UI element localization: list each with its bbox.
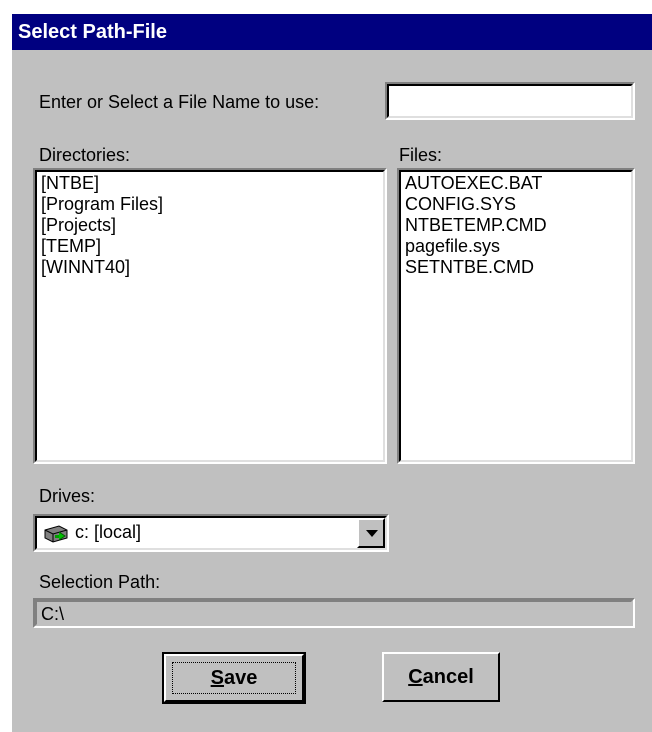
focus-rectangle <box>172 662 296 694</box>
filename-input[interactable] <box>385 82 635 120</box>
cancel-label: Cancel <box>408 665 474 688</box>
drives-combobox[interactable]: c: [local] <box>33 514 389 552</box>
save-button[interactable]: Save <box>162 652 306 704</box>
file-item[interactable]: CONFIG.SYS <box>401 194 631 215</box>
drives-dropdown-button[interactable] <box>357 518 385 548</box>
directory-item[interactable]: [WINNT40] <box>37 257 383 278</box>
filename-text[interactable] <box>391 88 631 116</box>
directory-item[interactable]: [Program Files] <box>37 194 383 215</box>
directory-item[interactable]: [NTBE] <box>37 173 383 194</box>
selection-path-value: C:\ <box>41 604 65 624</box>
directories-list: [NTBE] [Program Files] [Projects] [TEMP] [WI… <box>37 173 383 278</box>
dialog-title: Select Path-File <box>12 14 652 50</box>
file-item[interactable]: pagefile.sys <box>401 236 631 257</box>
selection-path-field: C:\ <box>33 598 635 628</box>
drives-selected: c: [local] <box>75 522 142 542</box>
cancel-button[interactable]: Cancel <box>382 652 500 702</box>
select-path-file-dialog: Select Path-File Enter or Select a File … <box>12 14 652 732</box>
directory-item[interactable]: [Projects] <box>37 215 383 236</box>
filename-label: Enter or Select a File Name to use: <box>39 92 320 112</box>
drives-label: Drives: <box>39 486 96 506</box>
files-label: Files: <box>399 145 443 165</box>
drive-icon <box>44 525 68 543</box>
files-list: AUTOEXEC.BAT CONFIG.SYS NTBETEMP.CMD pagefi… <box>401 173 631 278</box>
directories-listbox[interactable]: [NTBE] [Program Files] [Projects] [TEMP] [WI… <box>33 168 387 464</box>
file-item[interactable]: SETNTBE.CMD <box>401 257 631 278</box>
directory-item[interactable]: [TEMP] <box>37 236 383 257</box>
directories-label: Directories: <box>39 145 131 165</box>
selection-path-label: Selection Path: <box>39 572 161 592</box>
files-listbox[interactable]: AUTOEXEC.BAT CONFIG.SYS NTBETEMP.CMD pagefi… <box>397 168 635 464</box>
file-item[interactable]: AUTOEXEC.BAT <box>401 173 631 194</box>
file-item[interactable]: NTBETEMP.CMD <box>401 215 631 236</box>
